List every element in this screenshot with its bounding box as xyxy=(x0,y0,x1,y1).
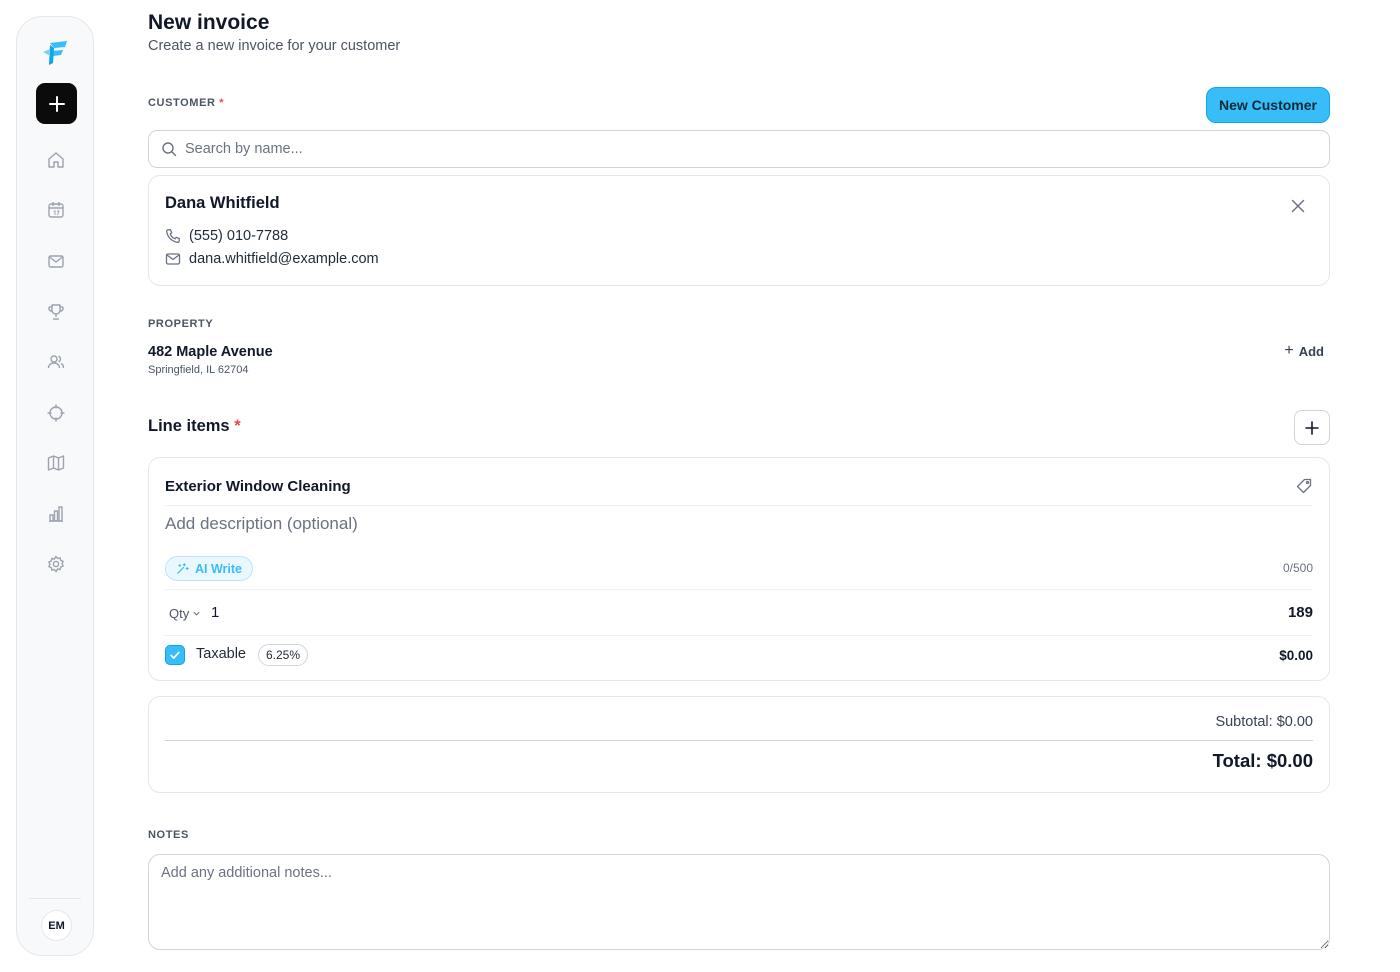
total: Total: $0.00 xyxy=(1212,750,1313,771)
sidebar-divider xyxy=(29,898,81,899)
trophy-icon[interactable] xyxy=(46,302,66,322)
line-item-description-input[interactable] xyxy=(165,514,965,534)
notes-textarea[interactable] xyxy=(148,854,1330,950)
notes-label: NOTES xyxy=(148,829,189,841)
customer-search-input[interactable] xyxy=(185,141,1285,157)
customer-name: Dana Whitfield xyxy=(165,194,280,212)
sparkle-icon xyxy=(177,563,189,574)
page-subtitle: Create a new invoice for your customer xyxy=(148,38,401,54)
page-title: New invoice xyxy=(148,11,270,34)
tax-rate-badge[interactable]: 6.25% xyxy=(258,644,309,666)
qty-dropdown[interactable]: Qty xyxy=(169,606,201,621)
customer-label-text: CUSTOMER xyxy=(148,97,216,109)
plus-icon xyxy=(48,95,65,112)
crosshair-icon[interactable] xyxy=(46,403,66,423)
add-property-button[interactable]: + Add xyxy=(1284,342,1324,360)
plus-icon: + xyxy=(1284,342,1294,359)
close-icon[interactable] xyxy=(1289,197,1307,215)
line-items-title-text: Line items xyxy=(148,417,230,435)
add-line-item-button[interactable] xyxy=(1294,410,1330,445)
chevron-down-icon xyxy=(193,611,200,616)
line-items-title: Line items * xyxy=(148,417,241,436)
taxable-checkbox[interactable] xyxy=(165,645,185,665)
qty-label: Qty xyxy=(169,606,190,621)
mail-icon xyxy=(165,253,181,265)
calendar-icon[interactable] xyxy=(46,200,66,220)
property-label: PROPERTY xyxy=(148,318,214,330)
line-item-name[interactable]: Exterior Window Cleaning xyxy=(165,478,351,495)
customer-search xyxy=(148,130,1330,168)
ai-write-button[interactable]: AI Write xyxy=(165,556,253,581)
divider xyxy=(165,635,1313,636)
invoice-form: New invoice Create a new invoice for you… xyxy=(148,0,1330,972)
subtotal: Subtotal: $0.00 xyxy=(1215,714,1313,730)
tax-amount: $0.00 xyxy=(1279,648,1313,663)
totals-card: Subtotal: $0.00 Total: $0.00 xyxy=(148,696,1330,793)
divider xyxy=(165,589,1313,590)
required-mark: * xyxy=(234,417,241,435)
avatar[interactable]: EM xyxy=(41,910,72,941)
price-input[interactable]: 189 xyxy=(1288,604,1313,621)
customer-label: CUSTOMER * xyxy=(148,97,224,109)
customer-phone: (555) 010-7788 xyxy=(189,228,289,244)
customer-phone-row: (555) 010-7788 xyxy=(165,228,288,244)
ai-write-label: AI Write xyxy=(195,561,242,576)
map-icon[interactable] xyxy=(46,453,66,473)
brand-logo[interactable] xyxy=(41,37,71,67)
search-icon xyxy=(162,142,177,157)
phone-icon xyxy=(166,229,180,243)
new-button[interactable] xyxy=(36,83,77,124)
tag-icon[interactable] xyxy=(1295,477,1313,495)
customer-email-row: dana.whitfield@example.com xyxy=(165,251,379,267)
qty-input[interactable]: 1 xyxy=(211,604,219,621)
divider xyxy=(165,505,1313,506)
add-property-label: Add xyxy=(1298,343,1324,359)
line-item-card: Exterior Window Cleaning AI Write 0/500 … xyxy=(148,457,1330,681)
char-count: 0/500 xyxy=(1282,561,1313,575)
selected-customer-card: Dana Whitfield (555) 010-7788 dana.whitf… xyxy=(148,175,1330,286)
required-mark: * xyxy=(219,97,225,109)
sidebar: EM xyxy=(16,16,94,956)
divider xyxy=(165,740,1313,741)
users-icon[interactable] xyxy=(46,352,66,372)
new-customer-button[interactable]: New Customer xyxy=(1205,87,1330,123)
property-city: Springfield, IL 62704 xyxy=(148,364,249,376)
home-icon[interactable] xyxy=(46,150,66,170)
plus-icon xyxy=(1305,420,1319,435)
settings-icon[interactable] xyxy=(46,554,66,574)
taxable-label: Taxable xyxy=(196,646,246,662)
mail-icon[interactable] xyxy=(46,251,66,271)
bar-chart-icon[interactable] xyxy=(46,504,66,524)
property-address: 482 Maple Avenue xyxy=(148,344,273,360)
check-icon xyxy=(170,651,180,659)
customer-email: dana.whitfield@example.com xyxy=(189,251,379,267)
